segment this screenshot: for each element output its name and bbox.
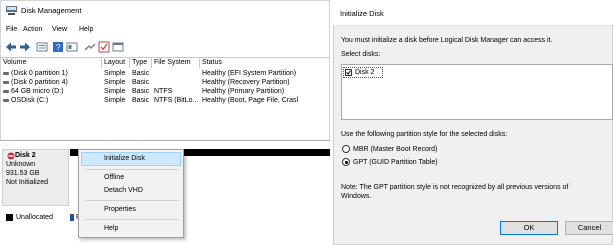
context-menu: Initialize Disk Offline Detach VHD Prope… xyxy=(78,149,184,238)
gpt-label[interactable]: GPT (GUID Partition Table) xyxy=(353,158,438,167)
cell-status: Healthy (Primary Partition) xyxy=(202,88,285,95)
table-row[interactable]: OSDisk (C:) Simple Basic NTFS (BitLo... … xyxy=(0,96,330,105)
table-row[interactable]: 64 GB micro (D:) Simple Basic NTFS Healt… xyxy=(0,87,330,96)
menu-item-help[interactable]: Help xyxy=(104,224,118,233)
cell-layout: Simple xyxy=(104,88,126,95)
column-label: Type xyxy=(132,59,148,66)
column-header-filesystem[interactable]: File System xyxy=(151,58,200,68)
window-title: Disk Management xyxy=(21,6,82,15)
cell-volume: 64 GB micro (D:) xyxy=(11,88,64,95)
drive-icon xyxy=(3,72,9,75)
drive-icon xyxy=(3,81,9,84)
disk-list[interactable]: Disk 2 xyxy=(341,64,613,120)
column-label: Status xyxy=(202,59,222,66)
mbr-label[interactable]: MBR (Master Boot Record) xyxy=(353,145,437,154)
svg-text:?: ? xyxy=(56,43,61,52)
menu-separator xyxy=(85,169,179,170)
table-row[interactable]: (Disk 0 partition 4) Simple Basic Health… xyxy=(0,78,330,87)
check-icon[interactable] xyxy=(98,41,110,53)
column-header-type[interactable]: Type xyxy=(129,58,152,68)
column-header-volume[interactable]: Volume xyxy=(0,58,102,68)
list-view-icon[interactable] xyxy=(36,41,48,53)
dialog-title-bar: Initialize Disk xyxy=(333,0,613,26)
cell-type: Basic xyxy=(132,79,150,86)
mbr-radio[interactable] xyxy=(342,145,350,153)
column-header-status[interactable]: Status xyxy=(199,58,330,68)
menu-separator xyxy=(85,219,179,220)
menu-bar: File Action View Help xyxy=(0,22,330,36)
column-label: Volume xyxy=(3,59,27,66)
cell-fs: NTFS xyxy=(154,88,173,95)
panel-icon[interactable] xyxy=(112,41,124,53)
disk-warning-icon xyxy=(7,152,15,160)
toolbar: ? xyxy=(0,38,330,56)
gpt-note-continued: Windows. xyxy=(341,193,372,200)
cell-volume: (Disk 0 partition 1) xyxy=(11,70,68,77)
cell-layout: Simple xyxy=(104,70,126,77)
disk-kind: Unknown xyxy=(6,161,36,168)
volume-table: Volume Layout Type File System Status (D… xyxy=(0,57,330,132)
help-icon[interactable]: ? xyxy=(52,41,64,53)
legend-unallocated: Unallocated xyxy=(16,214,53,221)
disk-size: 931.53 GB xyxy=(6,170,40,177)
properties-icon[interactable] xyxy=(66,41,78,53)
dialog-message: You must initialize a disk before Logica… xyxy=(341,37,553,44)
column-label: Layout xyxy=(104,59,126,66)
disk-list-item[interactable]: Disk 2 xyxy=(343,67,383,78)
unallocated-swatch xyxy=(6,214,13,221)
cell-layout: Simple xyxy=(104,79,126,86)
disk-2-label[interactable]: Disk 2 Unknown 931.53 GB Not Initialized xyxy=(2,149,69,206)
column-label: File System xyxy=(154,59,191,66)
radio-dot xyxy=(344,160,348,164)
cell-layout: Simple xyxy=(104,97,126,104)
ok-button[interactable]: OK xyxy=(500,221,558,235)
menu-view[interactable]: View xyxy=(52,25,67,34)
disk-name: Disk 2 xyxy=(15,152,36,159)
column-header-layout[interactable]: Layout xyxy=(101,58,130,68)
menu-item-initialize-disk[interactable]: Initialize Disk xyxy=(104,154,145,163)
menu-item-detach-vhd[interactable]: Detach VHD xyxy=(104,186,143,195)
menu-separator xyxy=(85,200,179,201)
menu-item-properties[interactable]: Properties xyxy=(104,205,136,214)
forward-icon[interactable] xyxy=(19,41,31,53)
menu-help[interactable]: Help xyxy=(79,25,93,34)
cell-fs: NTFS (BitLo... xyxy=(154,97,198,104)
cell-volume: OSDisk (C:) xyxy=(11,97,49,104)
table-row[interactable]: (Disk 0 partition 1) Simple Basic Health… xyxy=(0,69,330,78)
checkmark-icon xyxy=(346,70,351,75)
gpt-radio[interactable] xyxy=(342,158,350,166)
partition-style-label: Use the following partition style for th… xyxy=(341,131,508,138)
cell-type: Basic xyxy=(132,97,150,104)
disk-2-checkbox[interactable] xyxy=(345,69,352,76)
menu-item-offline[interactable]: Offline xyxy=(104,173,124,182)
cell-status: Healthy (Recovery Partition) xyxy=(202,79,290,86)
cell-type: Basic xyxy=(132,70,150,77)
drive-icon xyxy=(3,99,9,102)
select-disks-label: Select disks: xyxy=(341,51,381,58)
menu-action[interactable]: Action xyxy=(23,25,42,34)
drive-icon xyxy=(3,90,9,93)
back-icon[interactable] xyxy=(5,41,17,53)
cell-volume: (Disk 0 partition 4) xyxy=(11,79,68,86)
menu-file[interactable]: File xyxy=(6,25,17,34)
gpt-note: Note: The GPT partition style is not rec… xyxy=(341,184,569,191)
dialog-title: Initialize Disk xyxy=(340,9,384,18)
cancel-button[interactable]: Cancel xyxy=(565,221,613,235)
primary-swatch xyxy=(70,214,74,221)
connect-icon[interactable] xyxy=(84,41,96,53)
cell-status: Healthy (EFI System Partition) xyxy=(202,70,297,77)
cell-status: Healthy (Boot, Page File, Crasl xyxy=(202,97,299,104)
title-bar: Disk Management xyxy=(0,0,330,20)
disk-2-label: Disk 2 xyxy=(355,69,375,76)
disk-state: Not Initialized xyxy=(6,179,49,186)
disk-management-icon xyxy=(6,6,17,15)
cell-type: Basic xyxy=(132,88,150,95)
